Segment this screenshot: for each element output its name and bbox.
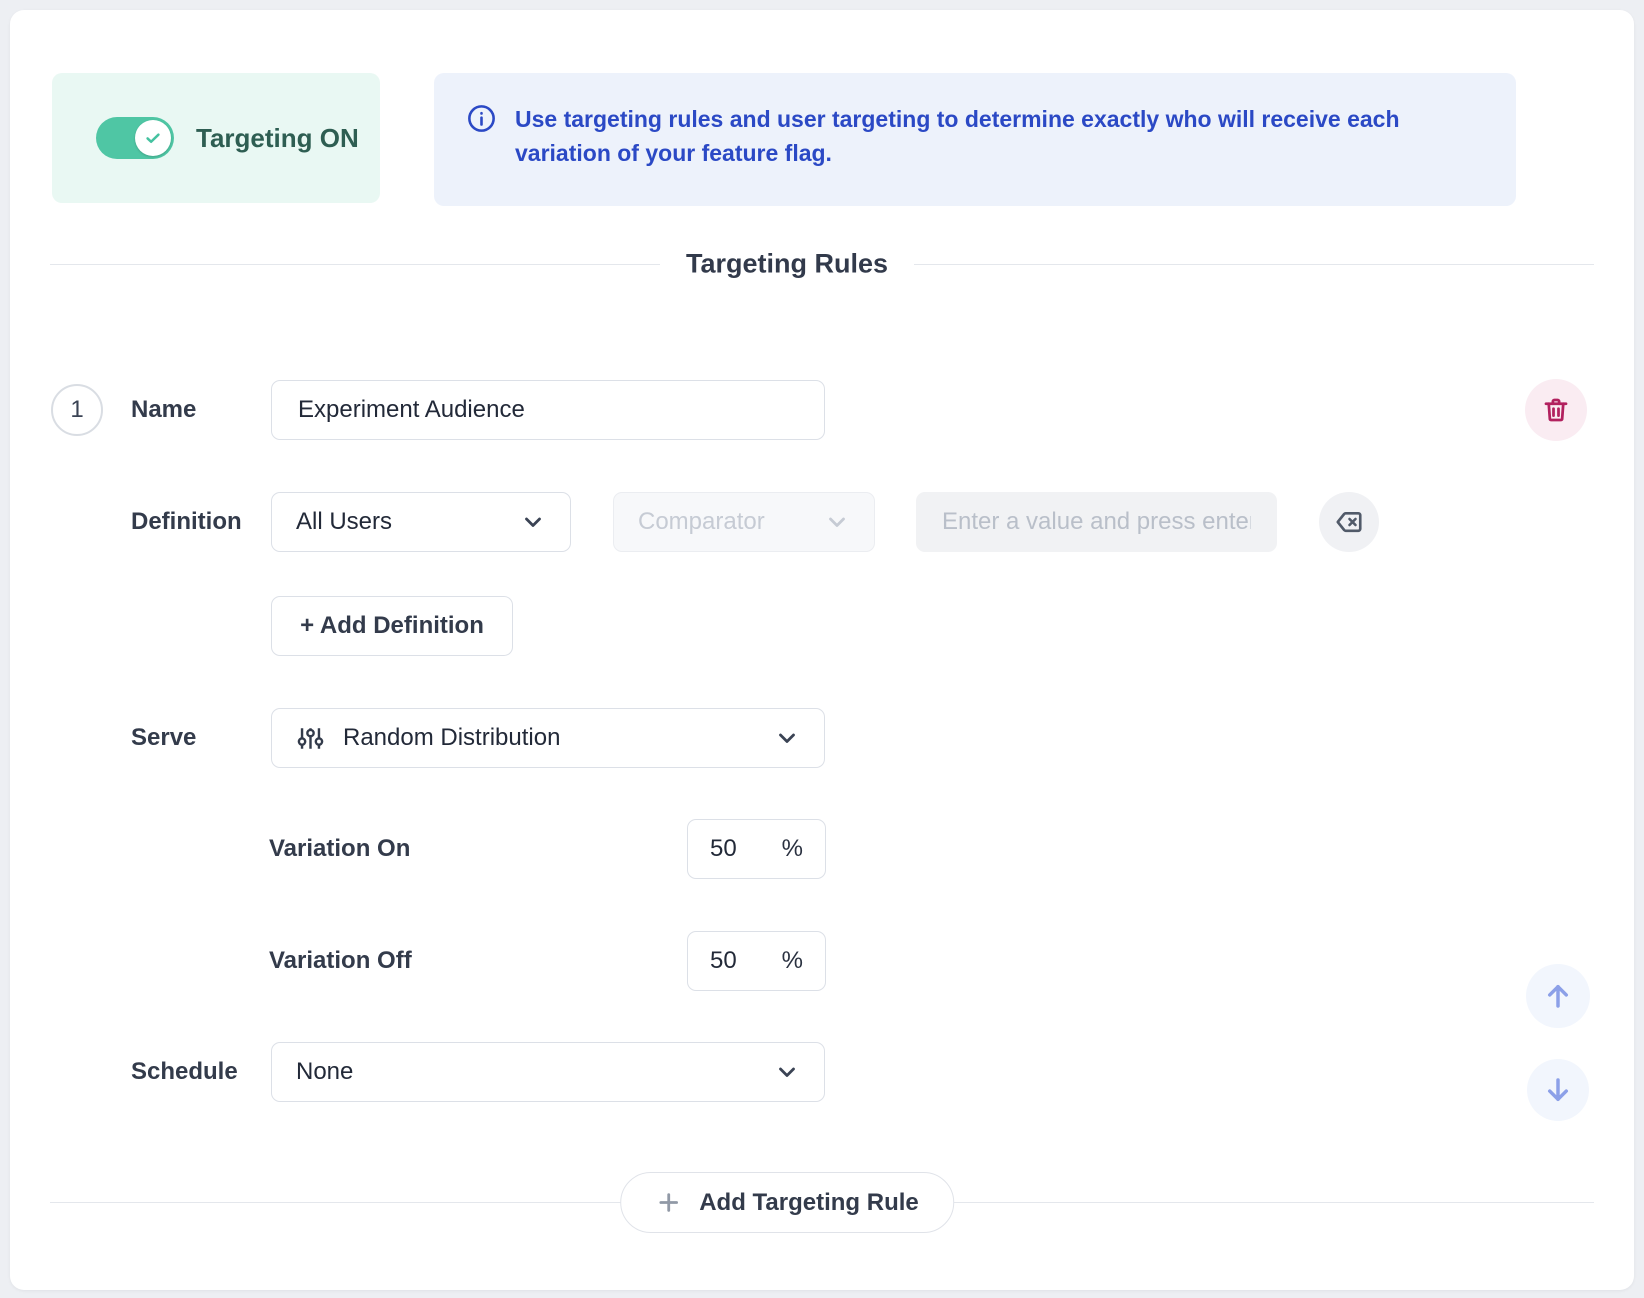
name-label: Name: [131, 396, 196, 424]
toggle-knob: [135, 120, 171, 156]
info-text: Use targeting rules and user targeting t…: [515, 102, 1465, 170]
plus-icon: [655, 1189, 682, 1216]
name-input[interactable]: [271, 380, 825, 440]
trash-icon: [1541, 395, 1571, 425]
schedule-label: Schedule: [131, 1058, 238, 1086]
chevron-down-icon: [824, 509, 850, 535]
schedule-select-value: None: [296, 1058, 353, 1086]
definition-label: Definition: [131, 508, 242, 536]
audience-select-value: All Users: [296, 508, 392, 536]
info-banner: Use targeting rules and user targeting t…: [434, 73, 1516, 206]
percent-sign: %: [782, 947, 803, 975]
definition-value-input[interactable]: [916, 492, 1277, 552]
variation-off-value[interactable]: [710, 947, 768, 975]
targeting-toggle[interactable]: [96, 117, 174, 159]
comparator-select-placeholder: Comparator: [638, 508, 765, 536]
distribution-sliders-icon: [296, 724, 325, 753]
serve-label: Serve: [131, 724, 196, 752]
variation-on-label: Variation On: [269, 835, 410, 863]
clear-value-button[interactable]: [1319, 492, 1379, 552]
variation-off-input[interactable]: %: [687, 931, 826, 991]
variation-on-value[interactable]: [710, 835, 768, 863]
delete-rule-button[interactable]: [1525, 379, 1587, 441]
toggle-label: Targeting ON: [196, 123, 359, 154]
variation-on-input[interactable]: %: [687, 819, 826, 879]
clear-value-icon: [1334, 507, 1364, 537]
serve-select[interactable]: Random Distribution: [271, 708, 825, 768]
targeting-panel: Targeting ON Use targeting rules and use…: [10, 10, 1634, 1290]
variation-off-label: Variation Off: [269, 947, 412, 975]
toggle-check-icon: [143, 128, 163, 148]
arrow-down-icon: [1542, 1074, 1574, 1106]
chevron-down-icon: [774, 725, 800, 751]
rule-number-badge: 1: [51, 384, 103, 436]
arrow-up-icon: [1542, 980, 1574, 1012]
serve-select-value: Random Distribution: [343, 724, 560, 752]
add-targeting-rule-label: Add Targeting Rule: [699, 1189, 919, 1217]
section-title: Targeting Rules: [660, 249, 914, 280]
chevron-down-icon: [520, 509, 546, 535]
targeting-toggle-panel: Targeting ON: [52, 73, 380, 203]
info-icon: [466, 103, 497, 134]
schedule-select[interactable]: None: [271, 1042, 825, 1102]
add-definition-button[interactable]: + Add Definition: [271, 596, 513, 656]
percent-sign: %: [782, 835, 803, 863]
audience-select[interactable]: All Users: [271, 492, 571, 552]
comparator-select[interactable]: Comparator: [613, 492, 875, 552]
chevron-down-icon: [774, 1059, 800, 1085]
move-rule-down-button[interactable]: [1527, 1059, 1589, 1121]
add-targeting-rule-button[interactable]: Add Targeting Rule: [620, 1172, 954, 1233]
move-rule-up-button[interactable]: [1526, 964, 1590, 1028]
